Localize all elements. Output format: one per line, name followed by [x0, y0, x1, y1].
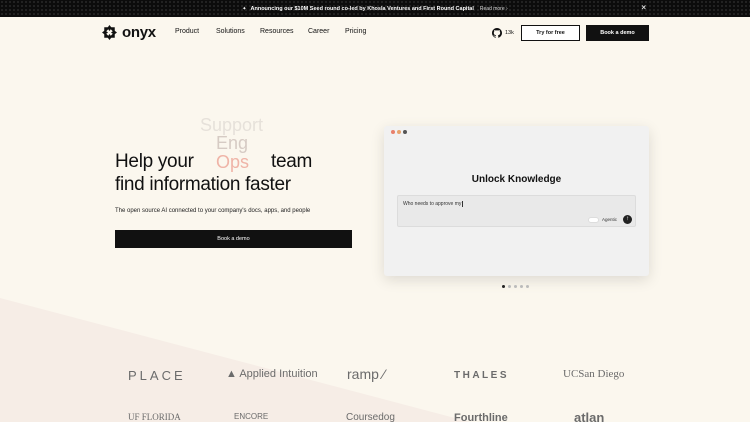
window-expand-dot: [403, 130, 407, 134]
pager-dot-1[interactable]: [502, 285, 505, 288]
pager-dot-3[interactable]: [514, 285, 517, 288]
pager-dot-2[interactable]: [508, 285, 511, 288]
logo-fourthline: Fourthline: [454, 412, 508, 422]
hero-book-demo-button[interactable]: Book a demo: [115, 230, 352, 248]
logo-atlan: atlan: [574, 410, 605, 422]
window-minimize-dot: [397, 130, 401, 134]
menu-item-pricing[interactable]: Pricing: [345, 28, 366, 35]
search-query: Who needs to approve my: [403, 201, 464, 207]
logo-university-of-florida: UF FLORIDA: [128, 412, 181, 422]
book-demo-button[interactable]: Book a demo: [586, 25, 649, 41]
brand-name: onyx: [122, 24, 156, 41]
menu-item-solutions[interactable]: Solutions: [216, 28, 245, 35]
top-nav: onyx Product Solutions Resources Career …: [0, 17, 750, 50]
logo-ramp: ramp ⁄: [347, 366, 386, 382]
hero-heading-prefix: Help your: [115, 151, 194, 172]
logo-coursedog: Coursedog: [346, 412, 395, 422]
window-close-dot: [391, 130, 395, 134]
github-stars: 13k: [505, 30, 514, 36]
brand-logo[interactable]: onyx: [102, 25, 156, 40]
read-more-link[interactable]: Read more ›: [480, 6, 508, 12]
pager-dot-4[interactable]: [520, 285, 523, 288]
try-for-free-button[interactable]: Try for free: [521, 25, 580, 41]
carousel-pager: [502, 285, 532, 288]
announcement-bar: ✦ Announcing our $10M Seed round co-led …: [0, 0, 750, 17]
hero-heading-line2: find information faster: [115, 174, 291, 195]
sparkle-icon: ✦: [242, 5, 247, 12]
github-link[interactable]: 13k: [492, 28, 514, 38]
agentic-toggle-label: Agentic: [602, 217, 618, 222]
demo-title: Unlock Knowledge: [471, 174, 562, 185]
demo-window: Unlock Knowledge Who needs to approve my…: [384, 126, 649, 276]
pager-dot-5[interactable]: [526, 285, 529, 288]
logo-place: PLACE: [128, 368, 186, 383]
agentic-toggle[interactable]: [588, 217, 599, 223]
logo-encore: ENCORE: [234, 412, 269, 421]
rotating-word-support: Support: [200, 115, 264, 135]
menu-item-product[interactable]: Product: [175, 28, 199, 35]
onyx-logo-icon: [102, 25, 117, 40]
logo-applied-intuition: ▲ Applied Intuition: [226, 368, 318, 380]
logo-uc-san-diego: UCSan Diego: [563, 368, 625, 380]
menu-item-resources[interactable]: Resources: [260, 28, 293, 35]
search-input[interactable]: Who needs to approve my Agentic ↑: [397, 195, 636, 227]
rotating-word-ops: Ops: [216, 152, 250, 172]
github-icon: [492, 28, 502, 38]
announcement-text: Announcing our $10M Seed round co-led by…: [250, 5, 474, 12]
logo-thales: THALES: [454, 370, 509, 381]
hero-heading-suffix: team: [271, 151, 313, 172]
hero-subtitle: The open source AI connected to your com…: [115, 208, 311, 214]
rotating-word-eng: Eng: [216, 133, 249, 153]
menu-item-career[interactable]: Career: [308, 28, 329, 35]
arrow-up-icon[interactable]: ↑: [623, 215, 632, 224]
close-icon[interactable]: ×: [641, 3, 646, 12]
